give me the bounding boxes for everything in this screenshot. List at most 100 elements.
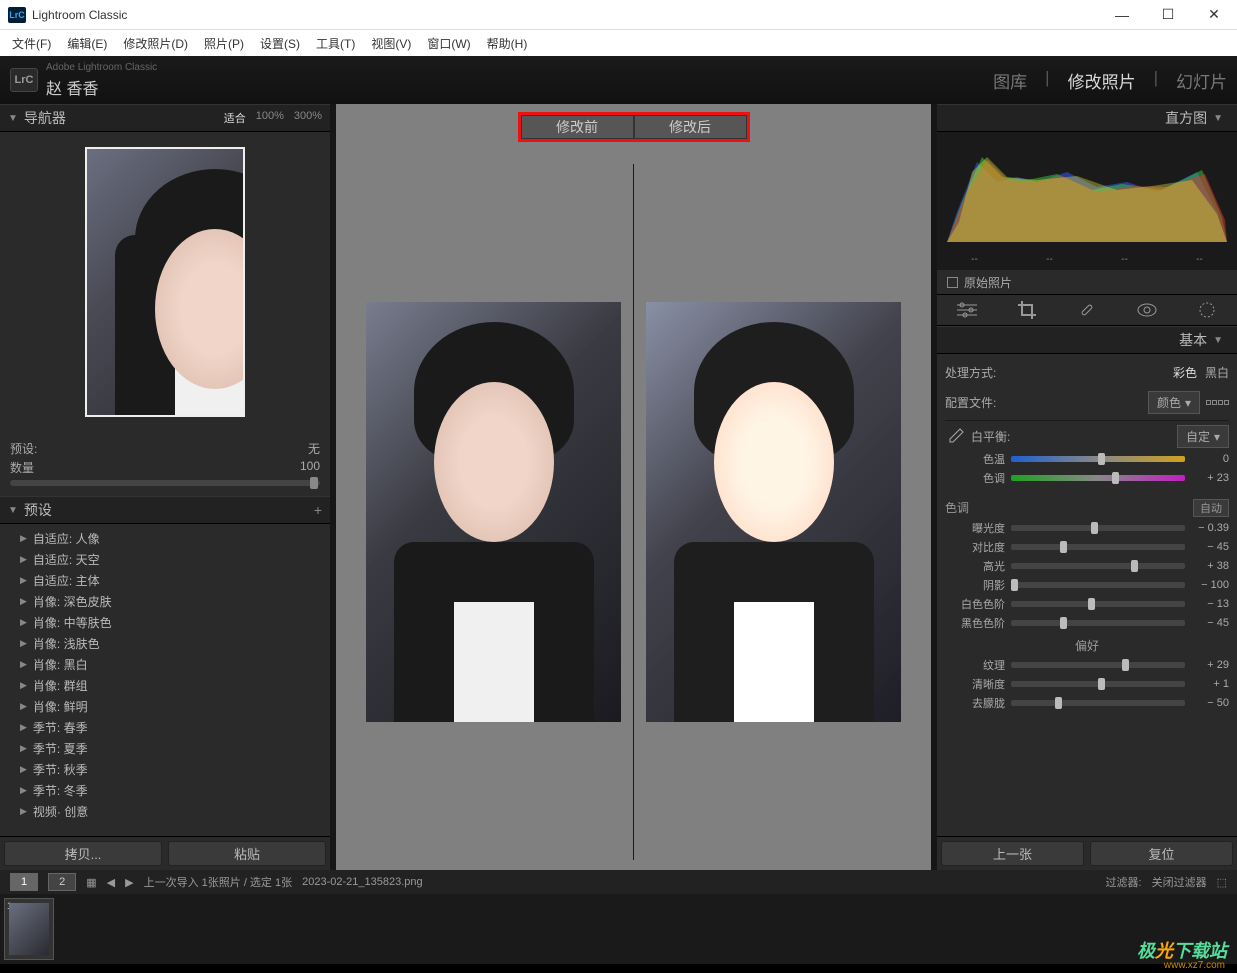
histogram-display[interactable] xyxy=(937,132,1237,252)
previous-button[interactable]: 上一张 xyxy=(941,841,1084,866)
clarity-slider[interactable] xyxy=(1011,681,1185,687)
compare-divider[interactable] xyxy=(633,164,634,860)
menu-edit[interactable]: 编辑(E) xyxy=(63,32,111,55)
contrast-value[interactable]: − 45 xyxy=(1191,541,1229,553)
after-image-area[interactable] xyxy=(636,164,911,860)
adjust-icon[interactable] xyxy=(956,300,978,320)
heal-icon[interactable] xyxy=(1076,300,1098,320)
dehaze-slider[interactable] xyxy=(1011,700,1185,706)
amount-slider[interactable] xyxy=(10,480,320,486)
preset-item[interactable]: ▶季节: 冬季 xyxy=(0,780,330,801)
temp-value[interactable]: 0 xyxy=(1191,453,1229,465)
reset-button[interactable]: 复位 xyxy=(1090,841,1233,866)
presence-header: 偏好 xyxy=(1075,637,1099,654)
temp-slider[interactable] xyxy=(1011,456,1185,462)
preset-item[interactable]: ▶肖像: 群组 xyxy=(0,675,330,696)
tint-value[interactable]: + 23 xyxy=(1191,472,1229,484)
menu-window[interactable]: 窗口(W) xyxy=(423,32,474,55)
wb-select[interactable]: 自定▾ xyxy=(1177,425,1229,448)
preset-item[interactable]: ▶季节: 秋季 xyxy=(0,759,330,780)
preset-item[interactable]: ▶肖像: 黑白 xyxy=(0,654,330,675)
module-slideshow[interactable]: 幻灯片 xyxy=(1176,68,1227,93)
paste-button[interactable]: 粘贴 xyxy=(168,841,326,866)
tint-slider[interactable] xyxy=(1011,475,1185,481)
exposure-slider[interactable] xyxy=(1011,525,1185,531)
filmstrip-body[interactable]: 1 xyxy=(0,894,1237,964)
before-image-area[interactable] xyxy=(356,164,631,860)
filmstrip-thumbnail[interactable]: 1 xyxy=(4,898,54,960)
menu-help[interactable]: 帮助(H) xyxy=(483,32,532,55)
presets-header[interactable]: ▼ 预设 + xyxy=(0,496,330,524)
texture-value[interactable]: + 29 xyxy=(1191,659,1229,671)
menu-photo[interactable]: 照片(P) xyxy=(200,32,248,55)
profile-browser-icon[interactable] xyxy=(1206,400,1229,405)
module-develop[interactable]: 修改照片 xyxy=(1068,68,1136,93)
preset-item[interactable]: ▶自适应: 人像 xyxy=(0,528,330,549)
tool-strip xyxy=(937,294,1237,326)
auto-tone-button[interactable]: 自动 xyxy=(1193,499,1229,517)
filter-lock-icon[interactable]: ⬚ xyxy=(1217,876,1227,889)
eyedropper-icon[interactable] xyxy=(945,427,965,447)
wb-label: 白平衡: xyxy=(971,428,1010,445)
preset-item[interactable]: ▶肖像: 深色皮肤 xyxy=(0,591,330,612)
dehaze-label: 去朦胧 xyxy=(945,695,1005,711)
preset-item[interactable]: ▶视频· 创意 xyxy=(0,801,330,822)
zoom-300[interactable]: 300% xyxy=(294,110,322,126)
menu-develop[interactable]: 修改照片(D) xyxy=(119,32,192,55)
preset-item[interactable]: ▶季节: 春季 xyxy=(0,717,330,738)
window-close[interactable]: ✕ xyxy=(1191,0,1237,30)
tone-header: 色调 xyxy=(945,499,969,517)
menu-file[interactable]: 文件(F) xyxy=(8,32,55,55)
nav-fwd-icon[interactable]: ▶ xyxy=(125,876,133,889)
triangle-down-icon: ▼ xyxy=(1213,335,1223,346)
treatment-bw[interactable]: 黑白 xyxy=(1205,364,1229,381)
grid-icon[interactable]: ▦ xyxy=(86,876,96,889)
preset-label: 预设: xyxy=(10,440,37,457)
menu-view[interactable]: 视图(V) xyxy=(367,32,415,55)
preset-item[interactable]: ▶肖像: 鲜明 xyxy=(0,696,330,717)
dehaze-value[interactable]: − 50 xyxy=(1191,697,1229,709)
nav-back-icon[interactable]: ◀ xyxy=(107,876,115,889)
amount-label: 数量 xyxy=(10,459,34,476)
contrast-slider[interactable] xyxy=(1011,544,1185,550)
texture-slider[interactable] xyxy=(1011,662,1185,668)
window-maximize[interactable]: ☐ xyxy=(1145,0,1191,30)
menu-settings[interactable]: 设置(S) xyxy=(256,32,304,55)
shadows-value[interactable]: − 100 xyxy=(1191,579,1229,591)
zoom-100[interactable]: 100% xyxy=(256,110,284,126)
highlights-slider[interactable] xyxy=(1011,563,1185,569)
whites-value[interactable]: − 13 xyxy=(1191,598,1229,610)
preset-item[interactable]: ▶自适应: 主体 xyxy=(0,570,330,591)
shadows-slider[interactable] xyxy=(1011,582,1185,588)
blacks-value[interactable]: − 45 xyxy=(1191,617,1229,629)
whites-slider[interactable] xyxy=(1011,601,1185,607)
preset-item[interactable]: ▶肖像: 中等肤色 xyxy=(0,612,330,633)
menu-tools[interactable]: 工具(T) xyxy=(312,32,359,55)
mask-icon[interactable] xyxy=(1196,300,1218,320)
exposure-value[interactable]: − 0.39 xyxy=(1191,522,1229,534)
add-preset-button[interactable]: + xyxy=(314,502,322,518)
redeye-icon[interactable] xyxy=(1136,300,1158,320)
module-library[interactable]: 图库 xyxy=(993,68,1027,93)
navigator-header[interactable]: ▼ 导航器 适合 100% 300% xyxy=(0,104,330,132)
preset-item[interactable]: ▶肖像: 浅肤色 xyxy=(0,633,330,654)
window-minimize[interactable]: — xyxy=(1099,0,1145,30)
monitor-tab-1[interactable]: 1 xyxy=(10,873,38,891)
blacks-slider[interactable] xyxy=(1011,620,1185,626)
zoom-fit[interactable]: 适合 xyxy=(224,110,246,126)
basic-header[interactable]: 基本 ▼ xyxy=(937,326,1237,354)
treatment-color[interactable]: 彩色 xyxy=(1173,364,1197,381)
monitor-tab-2[interactable]: 2 xyxy=(48,873,76,891)
copy-button[interactable]: 拷贝... xyxy=(4,841,162,866)
original-photo-toggle[interactable]: 原始照片 xyxy=(937,270,1237,294)
histogram-header[interactable]: 直方图 ▼ xyxy=(937,104,1237,132)
clarity-value[interactable]: + 1 xyxy=(1191,678,1229,690)
filter-value[interactable]: 关闭过滤器 xyxy=(1152,874,1207,890)
preset-item[interactable]: ▶自适应: 天空 xyxy=(0,549,330,570)
navigator-thumbnail[interactable] xyxy=(85,147,245,417)
preset-item[interactable]: ▶季节: 夏季 xyxy=(0,738,330,759)
crop-icon[interactable] xyxy=(1016,300,1038,320)
navigator-body[interactable] xyxy=(0,132,330,432)
profile-select[interactable]: 颜色▾ xyxy=(1148,391,1200,414)
highlights-value[interactable]: + 38 xyxy=(1191,560,1229,572)
